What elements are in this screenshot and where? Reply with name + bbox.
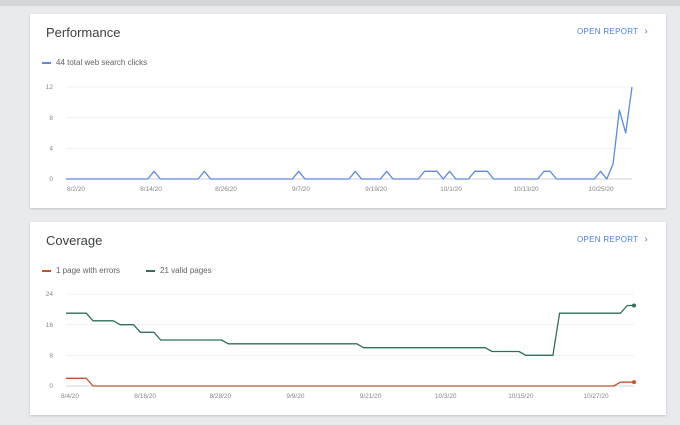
coverage-card: Coverage OPEN REPORT › 1 page with error…	[30, 222, 666, 415]
y-tick-label: 8	[49, 353, 53, 360]
y-tick-label: 0	[49, 176, 53, 183]
x-tick-label: 10/25/20	[588, 186, 614, 193]
x-tick-label: 8/14/20	[140, 186, 162, 193]
x-tick-label: 10/15/20	[508, 393, 534, 400]
x-tick-label: 8/28/20	[209, 393, 231, 400]
y-tick-label: 12	[46, 84, 54, 91]
x-tick-label: 9/9/20	[286, 393, 304, 400]
performance-card: Performance OPEN REPORT › 44 total web s…	[30, 14, 666, 208]
x-tick-label: 9/21/20	[360, 393, 382, 400]
coverage-chart: 24 16 8 0 8/4/20 8/16/20 8/28/20 9/9/20 9/21/20 1…	[46, 291, 636, 400]
y-tick-label: 8	[49, 115, 53, 122]
x-tick-label: 9/19/20	[365, 186, 387, 193]
y-tick-label: 16	[46, 322, 54, 329]
x-tick-label: 8/26/20	[215, 186, 237, 193]
x-tick-label: 10/27/20	[583, 393, 609, 400]
series-end-point	[632, 303, 636, 308]
top-bar	[0, 0, 680, 6]
x-tick-label: 8/16/20	[134, 393, 156, 400]
performance-chart: 12 8 4 0 8/2/20 8/14/20 8/26/20 9/7/20 9/19/20 10…	[46, 84, 633, 193]
y-tick-label: 24	[46, 291, 54, 298]
series-end-point	[632, 380, 636, 385]
x-tick-label: 8/4/20	[61, 393, 79, 400]
series-line	[66, 304, 634, 356]
x-tick-label: 10/1/20	[440, 186, 462, 193]
x-tick-label: 10/13/20	[513, 186, 539, 193]
series-line	[66, 86, 633, 180]
y-tick-label: 4	[49, 146, 53, 153]
series-line	[66, 377, 634, 387]
y-tick-label: 0	[49, 383, 53, 390]
x-tick-label: 9/7/20	[292, 186, 310, 193]
x-tick-label: 8/2/20	[67, 186, 85, 193]
x-tick-label: 10/3/20	[435, 393, 457, 400]
